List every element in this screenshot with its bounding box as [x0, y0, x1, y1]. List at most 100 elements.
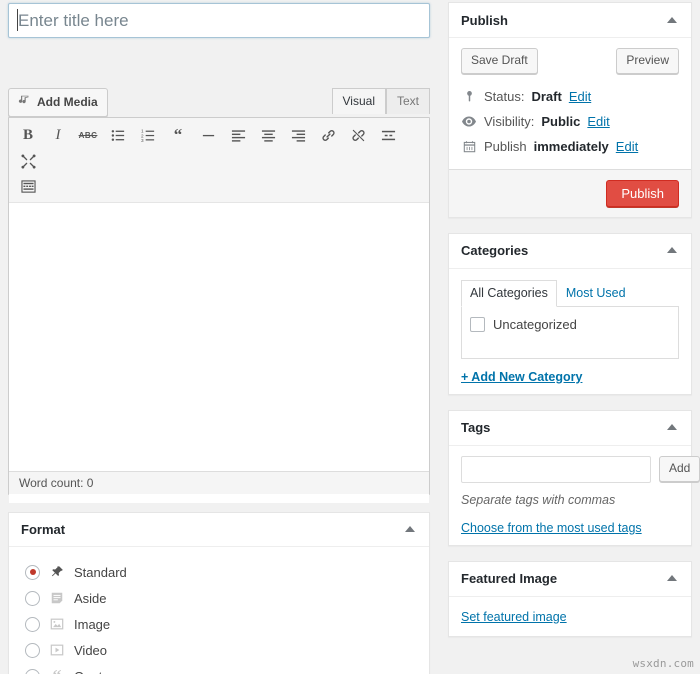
image-icon: [48, 615, 66, 633]
status-label: Status:: [484, 88, 525, 104]
format-option-quote[interactable]: “ Quote: [21, 663, 417, 674]
publish-footer: Publish: [449, 168, 691, 217]
italic-icon[interactable]: I: [44, 123, 72, 147]
add-tag-button[interactable]: Add: [659, 456, 700, 482]
unlink-icon[interactable]: [344, 123, 372, 147]
categories-tabs: All Categories Most Used: [461, 279, 679, 307]
format-option-video[interactable]: Video: [21, 637, 417, 663]
toolbar-toggle-icon[interactable]: [14, 175, 42, 199]
bold-icon[interactable]: B: [14, 123, 42, 147]
chevron-up-icon[interactable]: [665, 572, 679, 586]
status-row: Status: Draft Edit: [461, 84, 679, 109]
chevron-up-icon[interactable]: [665, 13, 679, 27]
choose-most-used-tags-link[interactable]: Choose from the most used tags: [461, 521, 679, 535]
format-metabox: Format Standard Aside Image Video: [8, 512, 430, 674]
chevron-up-icon[interactable]: [665, 421, 679, 435]
aside-icon: [48, 589, 66, 607]
tag-entry-row: Add: [461, 455, 700, 483]
publish-metabox-body: Save Draft Preview Status: Draft Edit Vi…: [449, 38, 691, 169]
chevron-up-icon[interactable]: [665, 244, 679, 258]
content-editable-area[interactable]: [9, 203, 429, 503]
word-count: Word count: 0: [9, 471, 429, 494]
svg-text:3: 3: [141, 138, 144, 143]
add-new-category-link[interactable]: + Add New Category: [461, 370, 679, 384]
strikethrough-icon[interactable]: ABC: [74, 123, 102, 147]
tags-metabox-body: Add Separate tags with commas Choose fro…: [449, 446, 700, 545]
content-editor-box: B I ABC 1 2 3 “ Word count: 0: [8, 117, 430, 503]
category-checkbox-uncategorized[interactable]: [470, 316, 485, 332]
tags-heading: Tags: [461, 420, 491, 436]
editor-mode-tabs: Visual Text: [331, 88, 430, 114]
publish-metabox-header[interactable]: Publish: [449, 3, 691, 38]
radio-standard[interactable]: [25, 564, 40, 580]
radio-image[interactable]: [25, 616, 40, 632]
horizontal-rule-icon[interactable]: [194, 123, 222, 147]
sidebar-column: Publish Save Draft Preview Status: Draft…: [448, 2, 700, 652]
tags-hint: Separate tags with commas: [461, 492, 616, 507]
post-title-wrap: [8, 0, 430, 38]
numbered-list-icon[interactable]: 1 2 3: [134, 123, 162, 147]
media-note-icon: [18, 93, 32, 112]
fullscreen-icon[interactable]: [14, 149, 42, 173]
schedule-label: Publish: [484, 138, 527, 154]
format-option-image[interactable]: Image: [21, 611, 417, 637]
set-featured-image-link[interactable]: Set featured image: [461, 610, 567, 624]
chevron-up-icon[interactable]: [403, 523, 417, 537]
featured-image-metabox-body: Set featured image: [449, 597, 691, 636]
publish-button[interactable]: Publish: [606, 179, 679, 207]
blockquote-icon[interactable]: “: [164, 123, 192, 147]
format-label-aside: Aside: [74, 590, 107, 606]
watermark: wsxdn.com: [632, 657, 694, 670]
publish-status-rows: Status: Draft Edit Visibility: Public Ed…: [461, 84, 679, 159]
format-option-standard[interactable]: Standard: [21, 559, 417, 585]
add-media-button[interactable]: Add Media: [8, 88, 108, 117]
tab-most-used[interactable]: Most Used: [557, 280, 635, 307]
pushpin-icon: [48, 563, 66, 581]
status-edit-link[interactable]: Edit: [569, 89, 591, 104]
save-draft-button[interactable]: Save Draft: [461, 48, 538, 74]
featured-image-metabox-header[interactable]: Featured Image: [449, 562, 691, 597]
add-media-label: Add Media: [37, 94, 98, 109]
read-more-icon[interactable]: [374, 123, 402, 147]
publish-action-row: Save Draft Preview: [461, 48, 679, 74]
categories-heading: Categories: [461, 243, 529, 259]
format-option-aside[interactable]: Aside: [21, 585, 417, 611]
editor-toolbar: B I ABC 1 2 3 “: [9, 118, 429, 203]
category-label-uncategorized: Uncategorized: [493, 316, 577, 332]
radio-aside[interactable]: [25, 590, 40, 606]
publish-metabox: Publish Save Draft Preview Status: Draft…: [448, 2, 692, 218]
video-icon: [48, 641, 66, 659]
preview-button[interactable]: Preview: [616, 48, 679, 74]
calendar-icon: [461, 140, 477, 153]
tab-all-categories[interactable]: All Categories: [461, 279, 557, 307]
wordpress-post-editor: Add Media Visual Text B I ABC: [0, 0, 700, 674]
tags-metabox: Tags Add Separate tags with commas Choos…: [448, 409, 700, 546]
visibility-edit-link[interactable]: Edit: [587, 114, 609, 129]
categories-metabox-header[interactable]: Categories: [449, 234, 691, 269]
visibility-value: Public: [541, 113, 581, 129]
insert-link-icon[interactable]: [314, 123, 342, 147]
categories-metabox-body: All Categories Most Used Uncategorized +…: [449, 269, 691, 394]
status-value: Draft: [531, 88, 562, 104]
tab-visual[interactable]: Visual: [331, 88, 386, 114]
format-options-list: Standard Aside Image Video: [9, 547, 429, 674]
radio-video[interactable]: [25, 642, 40, 658]
align-right-icon[interactable]: [284, 123, 312, 147]
category-item-uncategorized[interactable]: Uncategorized: [470, 316, 670, 332]
schedule-edit-link[interactable]: Edit: [616, 139, 638, 154]
align-center-icon[interactable]: [254, 123, 282, 147]
featured-image-metabox: Featured Image Set featured image: [448, 560, 692, 637]
post-title-input[interactable]: [8, 3, 430, 38]
align-left-icon[interactable]: [224, 123, 252, 147]
radio-quote[interactable]: [25, 668, 40, 674]
editor-column: Add Media Visual Text B I ABC: [8, 0, 430, 674]
bulleted-list-icon[interactable]: [104, 123, 132, 147]
schedule-value: immediately: [533, 138, 609, 154]
tags-metabox-header[interactable]: Tags: [449, 411, 691, 446]
quote-icon: “: [48, 667, 66, 674]
visibility-label: Visibility:: [484, 113, 535, 129]
format-metabox-header[interactable]: Format: [9, 513, 429, 547]
tab-text[interactable]: Text: [385, 88, 430, 114]
tag-input[interactable]: [461, 455, 651, 483]
format-label-quote: Quote: [74, 669, 109, 674]
